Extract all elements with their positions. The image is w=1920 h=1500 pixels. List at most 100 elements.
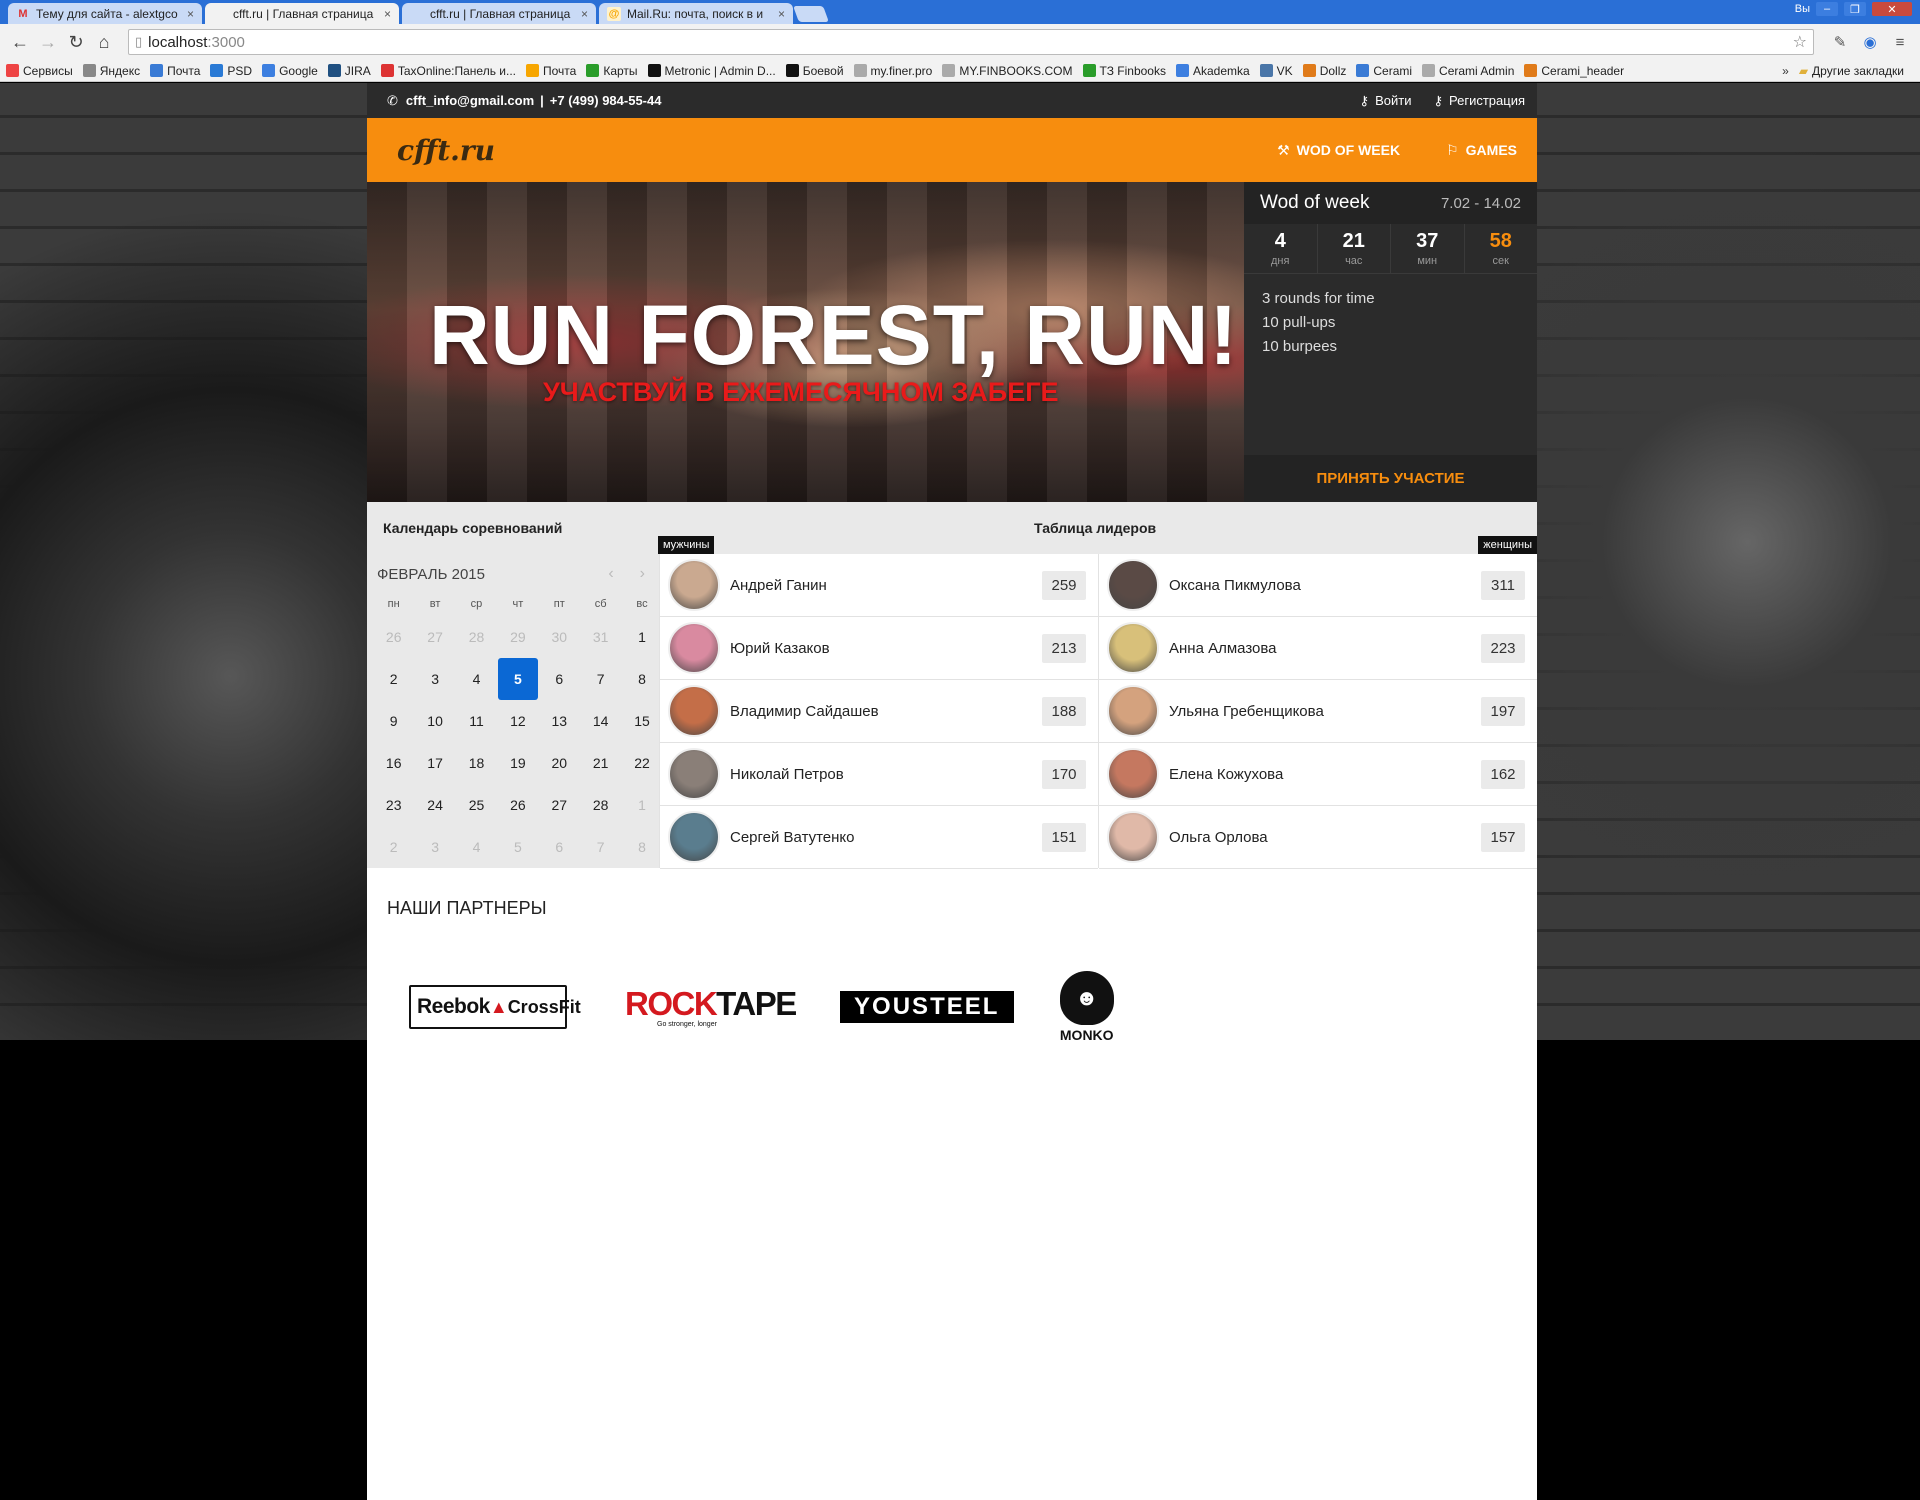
- calendar-day[interactable]: 16: [373, 742, 414, 784]
- calendar-day[interactable]: 18: [456, 742, 497, 784]
- bookmark-item[interactable]: Metronic | Admin D...: [647, 64, 776, 78]
- calendar-day[interactable]: 30: [539, 616, 580, 658]
- bookmark-star-icon[interactable]: ☆: [1793, 32, 1807, 52]
- bookmark-item[interactable]: Почта: [526, 64, 576, 78]
- calendar-day[interactable]: 21: [580, 742, 621, 784]
- calendar-day[interactable]: 31: [580, 616, 621, 658]
- calendar-day[interactable]: 8: [621, 658, 662, 700]
- user-profile-label[interactable]: Вы: [1795, 3, 1810, 15]
- bookmark-item[interactable]: PSD: [210, 64, 252, 78]
- bookmark-item[interactable]: Боевой: [785, 64, 844, 78]
- calendar-day[interactable]: 9: [373, 700, 414, 742]
- bookmark-item[interactable]: Cerami: [1356, 64, 1412, 78]
- calendar-day[interactable]: 28: [456, 616, 497, 658]
- calendar-day[interactable]: 8: [621, 826, 662, 868]
- bookmarks-overflow-icon[interactable]: »: [1782, 64, 1789, 78]
- bookmark-item[interactable]: VK: [1259, 64, 1293, 78]
- bookmark-item[interactable]: JIRA: [327, 64, 371, 78]
- calendar-prev-icon[interactable]: ‹: [608, 565, 613, 583]
- calendar-day[interactable]: 4: [456, 658, 497, 700]
- bookmark-item[interactable]: Карты: [586, 64, 638, 78]
- leader-row[interactable]: Елена Кожухова 162: [1099, 743, 1537, 806]
- browser-tab[interactable]: M Тему для сайта - alextgco ×: [8, 3, 202, 24]
- calendar-day[interactable]: 29: [497, 616, 538, 658]
- calendar-day[interactable]: 26: [497, 784, 538, 826]
- monko-logo[interactable]: ☻ MONKO: [1059, 971, 1114, 1043]
- nav-games[interactable]: ⚐ GAMES: [1446, 142, 1517, 159]
- eyedropper-icon[interactable]: ✎: [1828, 30, 1852, 54]
- contact-phone[interactable]: +7 (499) 984-55-44: [550, 93, 662, 108]
- calendar-day[interactable]: 26: [373, 616, 414, 658]
- calendar-day[interactable]: 23: [373, 784, 414, 826]
- calendar-day[interactable]: 2: [373, 826, 414, 868]
- calendar-day[interactable]: 5: [497, 826, 538, 868]
- tab-close-icon[interactable]: ×: [778, 7, 785, 21]
- calendar-day[interactable]: 28: [580, 784, 621, 826]
- reload-icon[interactable]: ↻: [64, 30, 88, 54]
- calendar-day[interactable]: 24: [414, 784, 455, 826]
- minimize-icon[interactable]: –: [1816, 2, 1838, 16]
- calendar-day[interactable]: 10: [414, 700, 455, 742]
- home-icon[interactable]: ⌂: [92, 30, 116, 54]
- yousteel-logo[interactable]: YOUSTEEL: [839, 991, 1014, 1023]
- calendar-day[interactable]: 27: [414, 616, 455, 658]
- calendar-day[interactable]: 1: [621, 784, 662, 826]
- close-window-icon[interactable]: ✕: [1872, 2, 1912, 16]
- bookmark-item[interactable]: Cerami_header: [1524, 64, 1624, 78]
- maximize-icon[interactable]: ❐: [1844, 2, 1866, 16]
- leader-row[interactable]: Николай Петров 170: [660, 743, 1098, 806]
- tab-close-icon[interactable]: ×: [581, 7, 588, 21]
- calendar-day[interactable]: 7: [580, 826, 621, 868]
- calendar-day[interactable]: 20: [539, 742, 580, 784]
- tab-close-icon[interactable]: ×: [187, 7, 194, 21]
- calendar-next-icon[interactable]: ›: [640, 565, 645, 583]
- login-link[interactable]: ⚷ Войти: [1360, 93, 1412, 109]
- calendar-day[interactable]: 7: [580, 658, 621, 700]
- bookmark-item[interactable]: Dollz: [1302, 64, 1346, 78]
- calendar-day[interactable]: 27: [539, 784, 580, 826]
- leader-row[interactable]: Ольга Орлова 157: [1099, 806, 1537, 869]
- bookmark-item[interactable]: Akademka: [1175, 64, 1250, 78]
- leader-row[interactable]: Ульяна Гребенщикова 197: [1099, 680, 1537, 743]
- rocktape-logo[interactable]: ROCKTAPE Go stronger, longer: [625, 986, 797, 1028]
- nav-wod-of-week[interactable]: ⚒ WOD OF WEEK: [1277, 142, 1400, 159]
- calendar-day[interactable]: 11: [456, 700, 497, 742]
- browser-tab[interactable]: cfft.ru | Главная страница ×: [402, 3, 596, 24]
- calendar-day[interactable]: 14: [580, 700, 621, 742]
- register-link[interactable]: ⚷ Регистрация: [1433, 93, 1525, 109]
- leader-row[interactable]: Андрей Ганин 259: [660, 554, 1098, 617]
- browser-tab[interactable]: cfft.ru | Главная страница ×: [205, 3, 399, 24]
- tab-close-icon[interactable]: ×: [384, 7, 391, 21]
- calendar-day[interactable]: 19: [497, 742, 538, 784]
- calendar-day[interactable]: 17: [414, 742, 455, 784]
- bookmark-item[interactable]: Яндекс: [82, 64, 140, 78]
- calendar-day[interactable]: 12: [497, 700, 538, 742]
- site-logo[interactable]: cfft.ru: [397, 134, 495, 167]
- men-tab[interactable]: мужчины: [658, 536, 715, 554]
- menu-icon[interactable]: ≡: [1888, 30, 1912, 54]
- women-tab[interactable]: женщины: [1478, 536, 1537, 554]
- calendar-day[interactable]: 1: [621, 616, 662, 658]
- browser-tab[interactable]: @ Mail.Ru: почта, поиск в и ×: [599, 3, 793, 24]
- bookmark-item[interactable]: ТЗ Finbooks: [1082, 64, 1166, 78]
- calendar-day[interactable]: 6: [539, 658, 580, 700]
- contact-email[interactable]: cfft_info@gmail.com: [406, 93, 534, 108]
- leader-row[interactable]: Юрий Казаков 213: [660, 617, 1098, 680]
- calendar-day[interactable]: 3: [414, 826, 455, 868]
- other-bookmarks-folder[interactable]: ▰ Другие закладки: [1799, 64, 1904, 78]
- address-bar[interactable]: ▯ localhost :3000 ☆: [128, 29, 1814, 55]
- leader-row[interactable]: Анна Алмазова 223: [1099, 617, 1537, 680]
- bookmark-item[interactable]: Google: [262, 64, 318, 78]
- globe-icon[interactable]: ◉: [1858, 30, 1882, 54]
- bookmark-item[interactable]: Сервисы: [6, 64, 73, 78]
- calendar-day[interactable]: 13: [539, 700, 580, 742]
- back-icon[interactable]: ←: [8, 30, 32, 54]
- calendar-day[interactable]: 3: [414, 658, 455, 700]
- calendar-day[interactable]: 6: [539, 826, 580, 868]
- calendar-day[interactable]: 4: [456, 826, 497, 868]
- bookmark-item[interactable]: TaxOnline:Панель и...: [380, 64, 516, 78]
- calendar-day[interactable]: 15: [621, 700, 662, 742]
- calendar-day[interactable]: 22: [621, 742, 662, 784]
- bookmark-item[interactable]: my.finer.pro: [853, 64, 932, 78]
- calendar-day[interactable]: 5: [498, 658, 538, 700]
